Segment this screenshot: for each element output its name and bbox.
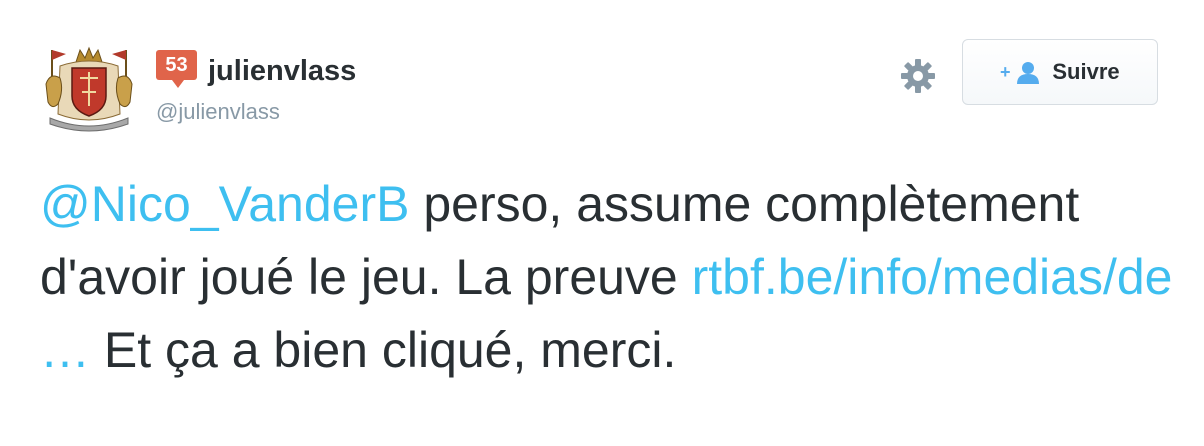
follow-button[interactable]: + Suivre	[962, 39, 1158, 105]
display-name[interactable]: julienvlass	[208, 53, 356, 89]
coat-of-arms-avatar[interactable]	[40, 44, 138, 132]
mention-link[interactable]: @Nico_VanderB	[40, 176, 409, 232]
user-badge: 53	[156, 50, 197, 88]
tweet-text: @Nico_VanderB perso, assume complètement…	[40, 168, 1180, 387]
user-handle[interactable]: @julienvlass	[156, 98, 280, 126]
gear-icon[interactable]	[898, 56, 938, 96]
follow-label: Suivre	[1052, 59, 1120, 84]
tweet-text-part-2: Et ça a bien cliqué, merci.	[90, 322, 677, 378]
tweet-card: 53 julienvlass @julienvlass + Suivre @Ni…	[0, 0, 1204, 446]
add-user-icon: +	[1000, 62, 1040, 84]
svg-text:+: +	[1000, 62, 1011, 82]
